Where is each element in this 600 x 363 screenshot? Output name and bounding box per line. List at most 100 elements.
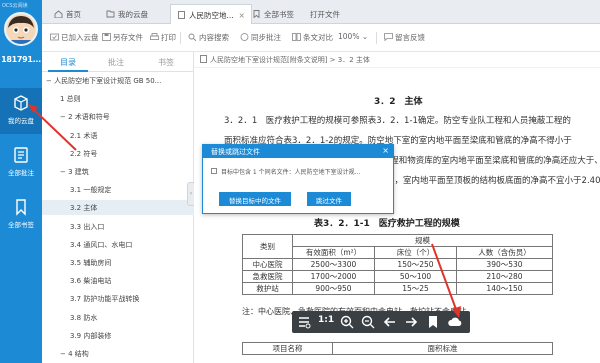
breadcrumb: 人民防空地下室设计规范[附条文说明] > 3．2 主体 xyxy=(194,52,600,68)
tab-document[interactable]: 人民防空地... × xyxy=(170,4,252,25)
outline-item[interactable]: 3.3 出入口 xyxy=(42,219,194,234)
cloud-save-icon[interactable] xyxy=(447,314,463,330)
toc-icon[interactable] xyxy=(296,314,312,330)
next-page-icon[interactable] xyxy=(403,314,419,330)
table-header: 类别 xyxy=(242,234,293,259)
skip-button[interactable]: 跳过文件 xyxy=(307,192,351,206)
table-header: 面积标准 xyxy=(332,342,553,355)
sidebar-item-annotations[interactable]: 全部批注 xyxy=(0,140,42,186)
tab-open-file[interactable]: 打开文件 xyxy=(304,4,346,24)
table-header: 规模 xyxy=(292,234,553,247)
outline-item-label: 3.4 通风口、水电口 xyxy=(70,240,133,249)
apply-all-checkbox[interactable] xyxy=(211,168,217,174)
scale-table: 类别 规模 有效面积（m²） 床位（个） 人数（含伤员） 中心医院 2500～33… xyxy=(242,234,553,295)
outline-item[interactable]: 3.5 辅助房间 xyxy=(42,255,194,270)
sync-comments-button[interactable]: 同步批注 xyxy=(240,32,281,43)
zoom-select[interactable]: 100% ⌄ xyxy=(338,32,368,41)
table-row: 救护站 900～950 15～25 140～150 xyxy=(242,282,553,295)
zoom-in-icon[interactable] xyxy=(339,314,355,330)
save-icon xyxy=(102,33,111,41)
tab-my-cloud[interactable]: 我的云盘 xyxy=(100,4,154,24)
tab-bookmarks[interactable]: 书签 xyxy=(158,57,174,68)
outline-item-label: 2.1 术语 xyxy=(70,131,98,140)
dialog-title: 替换或跳过文件 xyxy=(203,145,393,158)
replace-button[interactable]: 替换目标中的文件 xyxy=(219,192,291,206)
outline-item-label: 3.3 出入口 xyxy=(70,222,105,231)
outline-item-label: − 人民防空地下室设计规范 GB 50... xyxy=(46,77,162,85)
outline-item[interactable]: 1 总则 xyxy=(42,91,194,106)
cloud-check-icon xyxy=(50,33,59,41)
section-title: 3．2 主体 xyxy=(374,97,423,107)
zoom-out-icon[interactable] xyxy=(360,314,376,330)
left-sidebar: OCS云阅读 181791... 我的云盘 全部批注 全部书签 xyxy=(0,0,42,363)
outline-item[interactable]: 3.8 防水 xyxy=(42,310,194,325)
table-header: 项目名称 xyxy=(242,342,333,355)
document-icon xyxy=(178,11,185,19)
outline-item-label: − 4 结构 xyxy=(60,350,89,358)
outline-item-label: 3.6 柴油电站 xyxy=(70,277,112,286)
outline-item[interactable]: 2.2 符号 xyxy=(42,146,194,161)
compare-icon xyxy=(292,33,301,41)
fit-page-icon[interactable]: 1:1 xyxy=(318,315,334,331)
table-header: 有效面积（m²） xyxy=(292,246,375,259)
avatar[interactable] xyxy=(4,12,38,46)
outline-item-label: 1 总则 xyxy=(60,95,81,104)
table-caption: 表3．2．1-1 医疗救护工程的规模 xyxy=(314,219,460,229)
outline-tabs: 目录 批注 书签 xyxy=(42,52,193,72)
sync-icon xyxy=(240,33,249,41)
outline-item-label: 3.7 防护功能平战转换 xyxy=(70,295,140,304)
tab-home[interactable]: 首页 xyxy=(48,4,87,24)
close-icon[interactable]: × xyxy=(382,146,389,155)
bookmark-icon xyxy=(253,10,260,18)
prev-page-icon[interactable] xyxy=(382,314,398,330)
outline-item[interactable]: 3.7 防护功能平战转换 xyxy=(42,291,194,306)
outline-item[interactable]: 3.1 一般规定 xyxy=(42,182,194,197)
toolbar: 已加入云盘 另存文件 打印 内容搜索 同步批注 条文对比 100% ⌄ 留言反馈 xyxy=(42,24,600,52)
outline-item[interactable]: 2.1 术语 xyxy=(42,128,194,143)
table-row: 中心医院 2500～3300 150～250 390～530 xyxy=(242,258,553,271)
outline-item-label: − 2 术语和符号 xyxy=(60,113,110,122)
tab-annotations[interactable]: 批注 xyxy=(108,57,124,68)
cloud-drive-icon xyxy=(14,95,28,111)
outline-item[interactable]: − 3 建筑 xyxy=(42,164,194,179)
sidebar-item-bookmarks[interactable]: 全部书签 xyxy=(0,192,42,238)
outline-item-label: 2.2 符号 xyxy=(70,149,98,158)
outline-item[interactable]: − 4 结构 xyxy=(42,346,194,361)
table-header: 床位（个） xyxy=(374,246,457,259)
annotation-icon xyxy=(14,147,28,163)
outline-item[interactable]: 3.9 内部装修 xyxy=(42,328,194,343)
tab-all-bookmarks[interactable]: 全部书签 xyxy=(246,4,300,24)
username[interactable]: 181791... xyxy=(0,55,42,64)
toolbar-divider xyxy=(180,32,181,44)
outline-item-label: 3.5 辅助房间 xyxy=(70,259,112,267)
app-title: OCS云阅读 xyxy=(2,3,28,9)
bookmark-icon[interactable] xyxy=(425,314,441,330)
chevron-down-icon: ⌄ xyxy=(361,32,369,41)
tab-toc[interactable]: 目录 xyxy=(60,57,76,68)
outline-item[interactable]: − 2 术语和符号 xyxy=(42,109,194,124)
active-tab-indicator xyxy=(48,70,88,72)
message-icon xyxy=(384,33,393,41)
collapse-panel-button[interactable]: ‹ xyxy=(187,182,194,206)
folder-icon xyxy=(106,10,115,18)
sidebar-item-my-cloud[interactable]: 我的云盘 xyxy=(0,88,42,134)
print-button[interactable]: 打印 xyxy=(150,32,176,43)
outline-item[interactable]: − 人民防空地下室设计规范 GB 50... xyxy=(42,73,194,88)
outline-item[interactable]: 3.4 通风口、水电口 xyxy=(42,237,194,252)
sidebar-item-label: 全部书签 xyxy=(8,221,34,229)
content-search-button[interactable]: 内容搜索 xyxy=(188,32,229,43)
save-as-button[interactable]: 另存文件 xyxy=(102,32,143,43)
floating-toolbar: 1:1 xyxy=(292,311,470,333)
outline-item[interactable]: 3.2 主体 xyxy=(42,200,194,216)
feedback-button[interactable]: 留言反馈 xyxy=(384,32,425,43)
outline-item[interactable]: 3.6 柴油电站 xyxy=(42,273,194,288)
compare-button[interactable]: 条文对比 xyxy=(292,32,333,43)
print-icon xyxy=(150,33,159,40)
close-icon[interactable]: × xyxy=(239,11,245,20)
replace-file-dialog: 替换或跳过文件 × 目标中包含 1 个同名文件：人民防空地下室设计规... 替换… xyxy=(202,144,394,214)
add-to-cloud-button[interactable]: 已加入云盘 xyxy=(50,32,99,43)
dialog-message: 目标中包含 1 个同名文件：人民防空地下室设计规... xyxy=(221,169,361,176)
document-icon xyxy=(200,55,207,63)
area-table: 项目名称 面积标准 xyxy=(242,342,553,355)
table-header: 人数（含伤员） xyxy=(456,246,553,259)
